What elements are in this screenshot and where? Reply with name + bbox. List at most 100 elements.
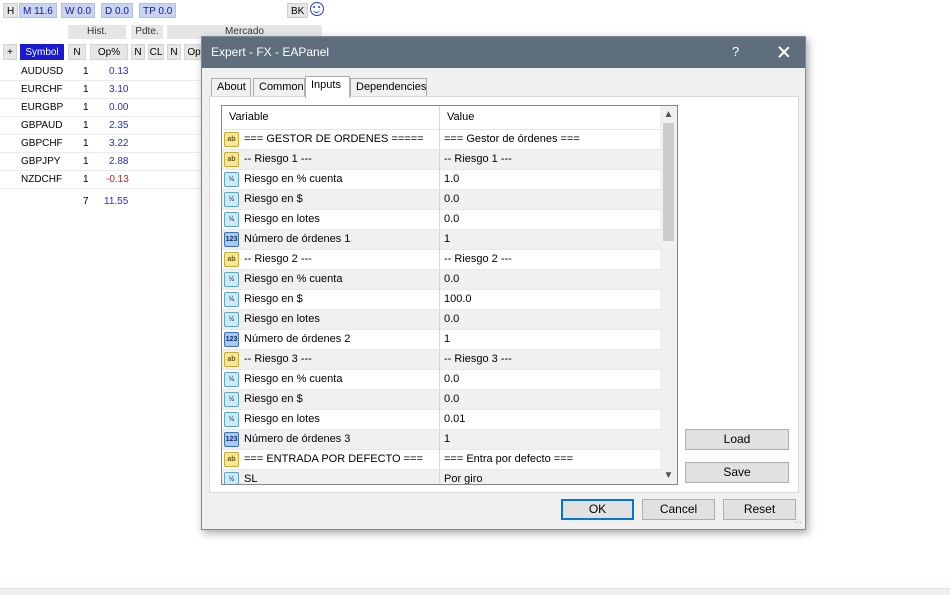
tab-inputs[interactable]: Inputs [305,76,350,98]
table-row[interactable]: 123 Número de órdenes 2 1 [222,330,660,350]
list-item[interactable]: GBPJPY 1 2.88 [0,153,205,171]
scroll-up-icon[interactable]: ▲ [660,106,677,123]
scroll-down-icon[interactable]: ▼ [660,467,677,484]
variable-value[interactable]: -- Riesgo 1 --- [444,150,512,169]
variable-name: Riesgo en $ [244,193,303,205]
string-type-icon: ab [224,252,239,267]
column-n[interactable]: N [167,44,181,60]
table-row[interactable]: ab === GESTOR DE ORDENES ===== === Gestor … [222,130,660,150]
column-symbol[interactable]: Symbol [20,44,64,60]
op-value: 2.35 [109,120,129,131]
inputs-grid[interactable]: Variable Value ab === GESTOR DE ORDENES =… [221,105,678,485]
table-row[interactable]: ½ Riesgo en % cuenta 0.0 [222,270,660,290]
table-row[interactable]: ab -- Riesgo 2 --- -- Riesgo 2 --- [222,250,660,270]
column-op-pct[interactable]: Op% [90,44,128,60]
cancel-button[interactable]: Cancel [642,499,715,520]
variable-name: Número de órdenes 2 [244,333,351,345]
list-item[interactable]: GBPCHF 1 3.22 [0,135,205,153]
dialog-title: Expert - FX - EAPanel [211,45,330,59]
variable-value[interactable]: 0.0 [444,310,459,329]
table-row[interactable]: ½ Riesgo en $ 0.0 [222,190,660,210]
table-row[interactable]: ab === ENTRADA POR DEFECTO === === Entra p… [222,450,660,470]
table-row[interactable]: 123 Número de órdenes 1 1 [222,230,660,250]
add-symbol-button[interactable]: + [3,44,17,60]
dialog-titlebar[interactable]: Expert - FX - EAPanel ? [202,37,805,68]
variable-value[interactable]: === Gestor de órdenes === [444,130,580,149]
variable-name: === ENTRADA POR DEFECTO === [244,453,423,465]
variable-value[interactable]: 0.0 [444,210,459,229]
column-n[interactable]: N [131,44,145,60]
help-button[interactable]: ? [732,44,739,59]
op-value: 2.88 [109,156,129,167]
close-icon[interactable] [773,40,795,64]
variable-value[interactable]: 1 [444,430,450,449]
variable-value[interactable]: 0.0 [444,270,459,289]
list-item[interactable]: EURCHF 1 3.10 [0,81,205,99]
table-row[interactable]: ½ Riesgo en lotes 0.0 [222,310,660,330]
top-bar-item: D 0.0 [101,3,133,18]
double-type-icon: ½ [224,312,239,327]
variable-value[interactable]: 1.0 [444,170,459,189]
column-divider [439,106,440,484]
variable-value[interactable]: === Entra por defecto === [444,450,573,469]
double-type-icon: ½ [224,292,239,307]
variable-value[interactable]: -- Riesgo 2 --- [444,250,512,269]
variable-value[interactable]: Por giro [444,470,483,484]
variable-name: Riesgo en $ [244,293,303,305]
double-type-icon: ½ [224,272,239,287]
bk-button[interactable]: BK [287,3,309,18]
table-row[interactable]: 123 Número de órdenes 3 1 [222,430,660,450]
scroll-thumb[interactable] [663,123,674,241]
table-row[interactable]: ½ Riesgo en % cuenta 0.0 [222,370,660,390]
table-row[interactable]: ab -- Riesgo 1 --- -- Riesgo 1 --- [222,150,660,170]
variable-name: Riesgo en $ [244,393,303,405]
list-item[interactable]: NZDCHF 1 -0.13 [0,171,205,189]
table-row[interactable]: ½ Riesgo en % cuenta 1.0 [222,170,660,190]
variable-value[interactable]: 0.0 [444,190,459,209]
symbol-label: AUDUSD [21,66,64,77]
variable-value[interactable]: -- Riesgo 3 --- [444,350,512,369]
table-row[interactable]: ab -- Riesgo 3 --- -- Riesgo 3 --- [222,350,660,370]
symbol-label: NZDCHF [21,174,63,185]
column-n[interactable]: N [68,44,86,60]
resize-grip-icon[interactable]: ⋯ [794,518,804,528]
table-row[interactable]: ½ Riesgo en $ 0.0 [222,390,660,410]
list-item[interactable]: GBPAUD 1 2.35 [0,117,205,135]
tab-dependencies[interactable]: Dependencies [350,78,427,97]
tab-about[interactable]: About [211,78,251,97]
variable-value[interactable]: 0.01 [444,410,465,429]
table-row[interactable]: ½ Riesgo en $ 100.0 [222,290,660,310]
integer-type-icon: 123 [224,432,239,447]
list-item[interactable]: EURGBP 1 0.00 [0,99,205,117]
list-item[interactable]: AUDUSD 1 0.13 [0,63,205,81]
variable-value[interactable]: 1 [444,230,450,249]
table-row[interactable]: ½ Riesgo en lotes 0.0 [222,210,660,230]
top-bar-item: M 11.6 [19,3,57,18]
ok-button[interactable]: OK [561,499,634,520]
variable-name: Riesgo en % cuenta [244,173,343,185]
top-bar-item: W 0.0 [61,3,96,18]
symbol-label: GBPAUD [21,120,63,131]
tab-common[interactable]: Common [253,78,305,97]
column-variable[interactable]: Variable [229,111,269,123]
top-bar-item: H [3,3,19,18]
count-label: 1 [83,66,89,77]
op-value: 3.10 [109,84,129,95]
load-button[interactable]: Load [685,429,789,450]
variable-value[interactable]: 100.0 [444,290,472,309]
save-button[interactable]: Save [685,462,789,483]
variable-name: Riesgo en lotes [244,213,320,225]
column-cl[interactable]: CL [148,44,164,60]
table-row[interactable]: ½ Riesgo en lotes 0.01 [222,410,660,430]
variable-value[interactable]: 0.0 [444,370,459,389]
count-label: 1 [83,174,89,185]
table-row[interactable]: ½ SL Por giro [222,470,660,485]
variable-value[interactable]: 1 [444,330,450,349]
variable-value[interactable]: 0.0 [444,390,459,409]
variable-name: SL [244,473,258,485]
double-type-icon: ½ [224,472,239,484]
column-value[interactable]: Value [447,111,474,123]
vertical-scrollbar[interactable]: ▲ ▼ [660,106,677,484]
count-label: 1 [83,156,89,167]
reset-button[interactable]: Reset [723,499,796,520]
